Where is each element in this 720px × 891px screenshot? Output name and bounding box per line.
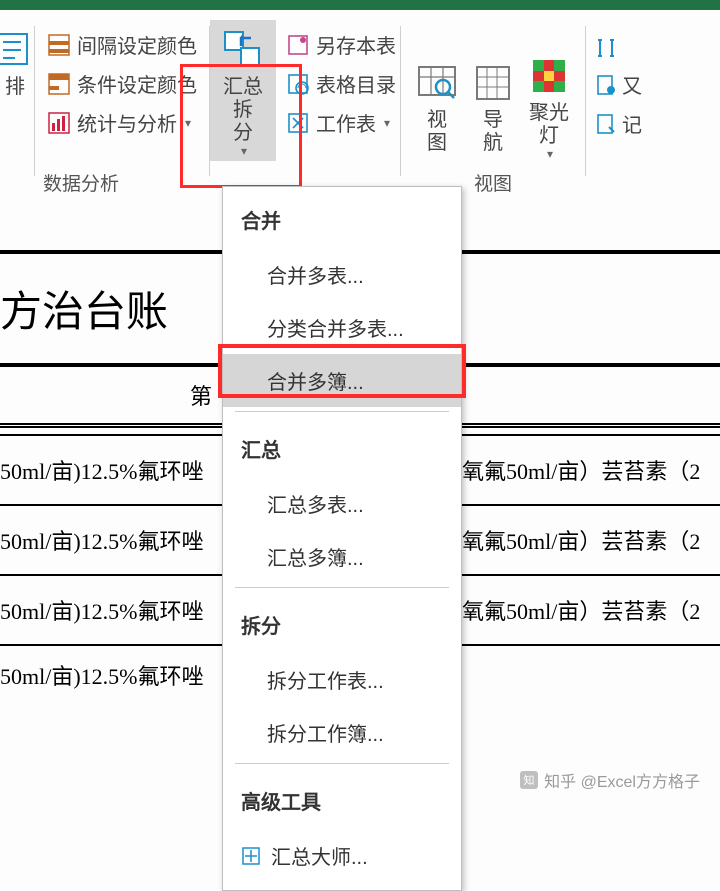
view-icon [415, 61, 459, 105]
btn-spotlight[interactable]: 聚光 灯 ▾ [521, 46, 577, 164]
doc2-icon [594, 112, 618, 136]
menu-item-label: 汇总大师... [271, 841, 368, 870]
chevron-down-icon: ▾ [241, 145, 247, 159]
menu-item-merge-by-category[interactable]: 分类合并多表... [223, 301, 461, 354]
cell-left: 50ml/亩)12.5%氟环唑 [0, 659, 204, 691]
watermark-text: 知乎 @Excel方方格子 [544, 768, 700, 792]
btn-truncated-r2[interactable]: 又 [590, 68, 646, 101]
btn-label: 汇总拆 分 [216, 76, 270, 145]
btn-label: 聚光 灯 [529, 102, 569, 148]
btn-interval-color[interactable]: 间隔设定颜色 [43, 28, 201, 61]
menu-item-merge-sheets[interactable]: 合并多表... [223, 248, 461, 301]
menu-header-summary: 汇总 [223, 416, 461, 477]
btn-label: 表格目录 [316, 69, 396, 98]
group-data-analysis: 间隔设定颜色 条件设定颜色 统计与分析 ▾ 数据分析 [35, 20, 209, 190]
watermark: 知 知乎 @Excel方方格子 [520, 768, 700, 792]
btn-label: 视 图 [427, 109, 447, 155]
menu-item-summary-workbooks[interactable]: 汇总多簿... [223, 530, 461, 583]
menu-separator [235, 763, 449, 764]
btn-label: 条件设定颜色 [77, 69, 197, 98]
menu-separator [235, 411, 449, 412]
menu-item-split-sheet[interactable]: 拆分工作表... [223, 653, 461, 706]
dropdown-summary-split: 合并 合并多表... 分类合并多表... 合并多簿... 汇总 汇总多表... … [222, 186, 462, 891]
cell-right: 氧氟50ml/亩）芸苔素（2 [462, 524, 700, 556]
btn-label: 另存本表 [316, 30, 396, 59]
btn-stats-analysis[interactable]: 统计与分析 ▾ [43, 106, 201, 139]
nav-icon [471, 61, 515, 105]
grid-cond-icon [47, 72, 71, 96]
menu-item-merge-workbooks[interactable]: 合并多簿... [223, 354, 461, 407]
btn-sheet-catalog[interactable]: 表格目录 [282, 67, 400, 100]
header-cell: 第 [190, 379, 212, 411]
ribbon-btn-label: 排 [5, 76, 25, 99]
spotlight-icon [527, 54, 571, 98]
ribbon: 排 间隔设定颜色 条件设定颜色 统计与分析 ▾ [0, 10, 720, 210]
menu-separator [235, 587, 449, 588]
chevron-down-icon: ▾ [547, 148, 553, 162]
btn-truncated-r3[interactable]: 记 [590, 107, 646, 140]
summary-split-icon [221, 28, 265, 72]
chevron-down-icon: ▾ [185, 116, 191, 130]
menu-header-split: 拆分 [223, 592, 461, 653]
save-sheet-icon [286, 33, 310, 57]
summary-master-icon [241, 846, 261, 866]
ribbon-btn-truncated-left[interactable]: 排 [0, 20, 34, 101]
group-label: 数据分析 [35, 169, 209, 196]
cell-right: 氧氟50ml/亩）芸苔素（2 [462, 594, 700, 626]
btn-conditional-color[interactable]: 条件设定颜色 [43, 67, 201, 100]
menu-header-advanced: 高级工具 [223, 768, 461, 829]
menu-item-summary-master[interactable]: 汇总大师... [223, 829, 461, 882]
grid-color-icon [47, 33, 71, 57]
btn-label: 导 航 [483, 109, 503, 155]
menu-item-split-workbook[interactable]: 拆分工作簿... [223, 706, 461, 759]
btn-label: 记 [622, 109, 642, 138]
bracket-icon [594, 36, 618, 60]
btn-label: 工作表 [316, 108, 376, 137]
btn-view[interactable]: 视 图 [409, 53, 465, 157]
chevron-down-icon: ▾ [384, 116, 390, 130]
catalog-icon [286, 72, 310, 96]
cell-left: 50ml/亩)12.5%氟环唑 [0, 454, 204, 486]
cell-left: 50ml/亩)12.5%氟环唑 [0, 594, 204, 626]
doc-icon [594, 73, 618, 97]
btn-label: 间隔设定颜色 [77, 30, 197, 59]
menu-item-summary-sheets[interactable]: 汇总多表... [223, 477, 461, 530]
title-bar [0, 0, 720, 10]
btn-truncated-r1[interactable] [590, 34, 646, 62]
btn-label: 又 [622, 70, 642, 99]
sort-icon [0, 28, 34, 72]
btn-summary-split[interactable]: 汇总拆 分 ▾ [210, 20, 276, 161]
btn-worksheet[interactable]: 工作表 ▾ [282, 106, 400, 139]
cell-right: 氧氟50ml/亩）芸苔素（2 [462, 454, 700, 486]
btn-navigation[interactable]: 导 航 [465, 53, 521, 157]
stats-icon [47, 111, 71, 135]
svg-text:知: 知 [524, 773, 535, 787]
group-view: 视 图 导 航 聚光 灯 ▾ 视图 [401, 20, 585, 190]
btn-save-this-sheet[interactable]: 另存本表 [282, 28, 400, 61]
btn-label: 统计与分析 [77, 108, 177, 137]
zhihu-icon: 知 [520, 771, 538, 789]
menu-header-merge: 合并 [223, 187, 461, 248]
worksheet-icon [286, 111, 310, 135]
cell-left: 50ml/亩)12.5%氟环唑 [0, 524, 204, 556]
